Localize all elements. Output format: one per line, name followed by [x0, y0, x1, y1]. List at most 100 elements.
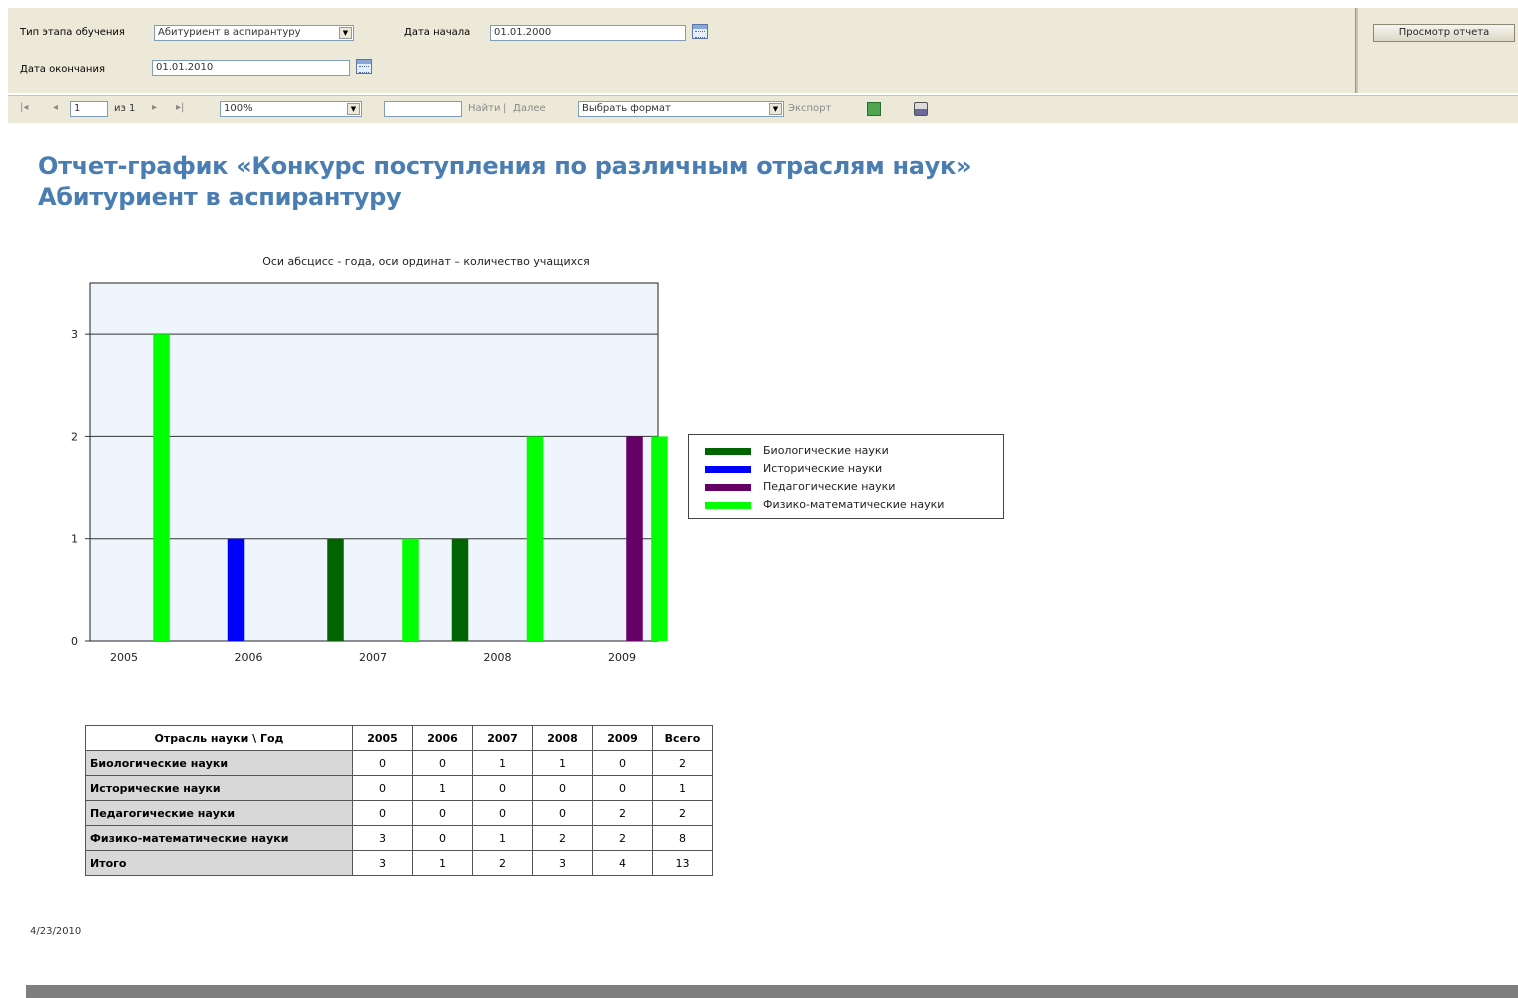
- table-col-header: 2009: [592, 725, 653, 751]
- chart-legend: Биологические науки Исторические науки Пед…: [688, 434, 1004, 519]
- table-row-label: Биологические науки: [85, 750, 353, 776]
- table-cell: 4: [592, 850, 653, 876]
- table-cell: 0: [472, 800, 533, 826]
- end-date-input[interactable]: 01.01.2010: [152, 60, 350, 76]
- legend-swatch: [705, 502, 751, 509]
- table-cell: 0: [472, 775, 533, 801]
- table-cell: 2: [652, 800, 713, 826]
- table-cell: 0: [592, 775, 653, 801]
- page-number-value: 1: [74, 103, 81, 114]
- first-page-icon[interactable]: |◂: [20, 102, 28, 113]
- chart-title: Оси абсцисс - года, оси ординат – количе…: [262, 255, 590, 268]
- table-corner-header: Отрасль науки \ Год: [85, 725, 353, 751]
- table-cell: 3: [352, 825, 413, 851]
- export-format-select[interactable]: Выбрать формат ▼: [578, 101, 784, 117]
- export-link[interactable]: Экспорт: [788, 103, 831, 114]
- chevron-down-icon[interactable]: ▼: [339, 27, 352, 39]
- bar: [651, 436, 668, 641]
- table-cell: 1: [652, 775, 713, 801]
- y-tick-label: 0: [71, 635, 78, 648]
- legend-swatch: [705, 484, 751, 491]
- table-cell: 2: [592, 800, 653, 826]
- find-link[interactable]: Найти: [468, 103, 500, 114]
- table-cell: 3: [532, 850, 593, 876]
- start-date-input[interactable]: 01.01.2000: [490, 25, 686, 41]
- table-cell: 2: [592, 825, 653, 851]
- last-page-icon[interactable]: ▸|: [176, 102, 184, 113]
- bar-chart: Оси абсцисс - года, оси ординат – количе…: [71, 255, 668, 664]
- table-cell: 0: [592, 750, 653, 776]
- table-row-label: Итого: [85, 850, 353, 876]
- table-row: Педагогические науки 0 0 0 0 2 2: [85, 800, 713, 826]
- end-date-label: Дата окончания: [20, 64, 105, 75]
- legend-swatch: [705, 466, 751, 473]
- table-row: Биологические науки 0 0 1 1 0 2: [85, 750, 713, 776]
- legend-swatch: [705, 448, 751, 455]
- bottom-scrollbar[interactable]: [26, 985, 1518, 998]
- print-icon[interactable]: [914, 102, 928, 116]
- table-cell: 0: [352, 800, 413, 826]
- report-toolbar: |◂ ◂ 1 из 1 ▸ ▸| 100% ▼ Найти | Далее Вы…: [8, 95, 1518, 123]
- table-col-header: 2008: [532, 725, 593, 751]
- table-cell: 13: [652, 850, 713, 876]
- table-col-header: 2006: [412, 725, 473, 751]
- page-count: из 1: [114, 103, 136, 114]
- table-cell: 0: [352, 775, 413, 801]
- chevron-down-icon[interactable]: ▼: [347, 103, 360, 115]
- table-row: Физико-математические науки 3 0 1 2 2 8: [85, 825, 713, 851]
- bar: [402, 538, 419, 641]
- bar: [227, 538, 245, 641]
- view-report-button[interactable]: Просмотр отчета: [1373, 24, 1515, 42]
- report-title: Отчет-график «Конкурс поступления по раз…: [38, 152, 972, 180]
- table-row-label: Исторические науки: [85, 775, 353, 801]
- parameter-panel: Тип этапа обучения Абитуриент в аспирант…: [8, 8, 1518, 93]
- bar: [327, 538, 344, 641]
- x-tick-label: 2005: [110, 651, 138, 664]
- table-header-row: Отрасль науки \ Год 2005 2006 2007 2008 …: [85, 725, 713, 751]
- y-tick-label: 1: [71, 533, 78, 546]
- table-col-header: 2007: [472, 725, 533, 751]
- table-cell: 0: [532, 775, 593, 801]
- table-cell: 1: [412, 850, 473, 876]
- table-row: Исторические науки 0 1 0 0 0 1: [85, 775, 713, 801]
- plot-area: [89, 282, 659, 642]
- refresh-icon[interactable]: [867, 102, 881, 116]
- calendar-icon[interactable]: [356, 59, 372, 74]
- table-cell: 0: [532, 800, 593, 826]
- table-row-label: Педагогические науки: [85, 800, 353, 826]
- table-cell: 1: [472, 750, 533, 776]
- bar: [626, 436, 643, 641]
- data-table: Отрасль науки \ Год 2005 2006 2007 2008 …: [85, 725, 713, 876]
- report-date: 4/23/2010: [30, 926, 82, 937]
- find-next-link[interactable]: Далее: [513, 103, 546, 114]
- start-date-label: Дата начала: [404, 27, 471, 38]
- stage-type-select[interactable]: Абитуриент в аспирантуру ▼: [154, 25, 354, 41]
- table-cell: 0: [412, 750, 473, 776]
- table-cell: 0: [412, 825, 473, 851]
- calendar-icon[interactable]: [692, 24, 708, 39]
- x-tick-label: 2008: [484, 651, 512, 664]
- prev-page-icon[interactable]: ◂: [53, 102, 58, 113]
- stage-type-value: Абитуриент в аспирантуру: [158, 27, 301, 38]
- end-date-value: 01.01.2010: [156, 62, 214, 73]
- table-col-header: 2005: [352, 725, 413, 751]
- legend-label: Исторические науки: [763, 462, 883, 475]
- table-row-label: Физико-математические науки: [85, 825, 353, 851]
- next-page-icon[interactable]: ▸: [152, 102, 157, 113]
- table-cell: 2: [472, 850, 533, 876]
- y-tick-label: 3: [71, 328, 78, 341]
- table-cell: 1: [532, 750, 593, 776]
- bar: [153, 334, 170, 641]
- table-col-header: Всего: [652, 725, 713, 751]
- panel-divider: [1355, 8, 1358, 93]
- find-input[interactable]: [384, 101, 462, 117]
- chevron-down-icon[interactable]: ▼: [769, 103, 782, 115]
- stage-type-label: Тип этапа обучения: [20, 27, 125, 38]
- legend-label: Физико-математические науки: [763, 498, 945, 511]
- export-format-value: Выбрать формат: [582, 103, 671, 114]
- legend-label: Биологические науки: [763, 444, 889, 457]
- x-tick-label: 2006: [235, 651, 263, 664]
- zoom-value: 100%: [224, 103, 253, 114]
- page-number-input[interactable]: 1: [70, 101, 108, 117]
- zoom-select[interactable]: 100% ▼: [220, 101, 362, 117]
